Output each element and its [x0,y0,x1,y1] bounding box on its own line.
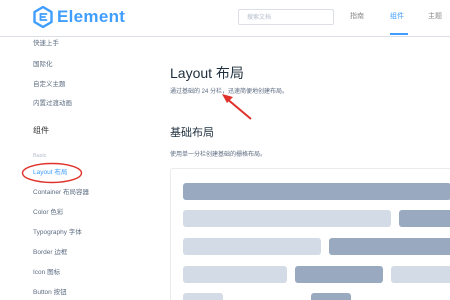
search-input[interactable]: 搜索文档 [238,9,334,25]
sidebar-item-transitions[interactable]: 内置过渡动画 [33,99,72,109]
sidebar-item-icon[interactable]: Icon 图标 [33,268,60,278]
sidebar-item-quickstart[interactable]: 快速上手 [33,39,59,49]
sidebar-item-container[interactable]: Container 布局容器 [33,188,89,198]
active-nav-indicator [390,33,408,35]
sidebar-item-custom-theme[interactable]: 自定义主题 [33,80,66,90]
section-description: 使用单一分栏创建基础的栅格布局。 [170,152,267,158]
demo-col-6 [391,266,450,283]
logo[interactable]: Element [33,6,125,28]
logo-text: Element [57,7,126,26]
sidebar-item-border[interactable]: Border 边框 [33,248,67,258]
sidebar-item-typography[interactable]: Typography 字体 [33,228,82,238]
element-logo-icon [33,6,53,28]
demo-col-4 [183,293,223,300]
demo-col-12 [183,210,391,227]
demo-col-12 [399,210,450,227]
sidebar-item-button[interactable]: Button 按钮 [33,288,67,298]
nav-theme[interactable]: 主题 [428,11,442,23]
page-title: Layout 布局 [170,65,244,81]
layout-demo-block [170,168,450,300]
demo-col-24 [183,183,450,200]
sidebar-item-i18n[interactable]: 国际化 [33,60,53,70]
demo-col-6 [295,266,383,283]
demo-col-8 [183,238,321,255]
sidebar-item-color[interactable]: Color 色彩 [33,208,63,218]
demo-col-6 [183,266,287,283]
sidebar [0,36,150,300]
sidebar-group-components: 组件 [33,126,49,135]
demo-col-4 [311,293,351,300]
nav-components[interactable]: 组件 [390,11,404,23]
nav-guide[interactable]: 指南 [350,11,364,23]
section-title: 基础布局 [170,127,214,139]
demo-col-8 [329,238,450,255]
page-description: 通过基础的 24 分栏，迅速简便地创建布局。 [170,89,289,95]
top-header: Element 搜索文档 指南 组件 主题 [0,0,450,37]
sidebar-item-layout[interactable]: Layout 布局 [33,168,67,178]
sidebar-subgroup-basic: Basic [33,153,47,159]
